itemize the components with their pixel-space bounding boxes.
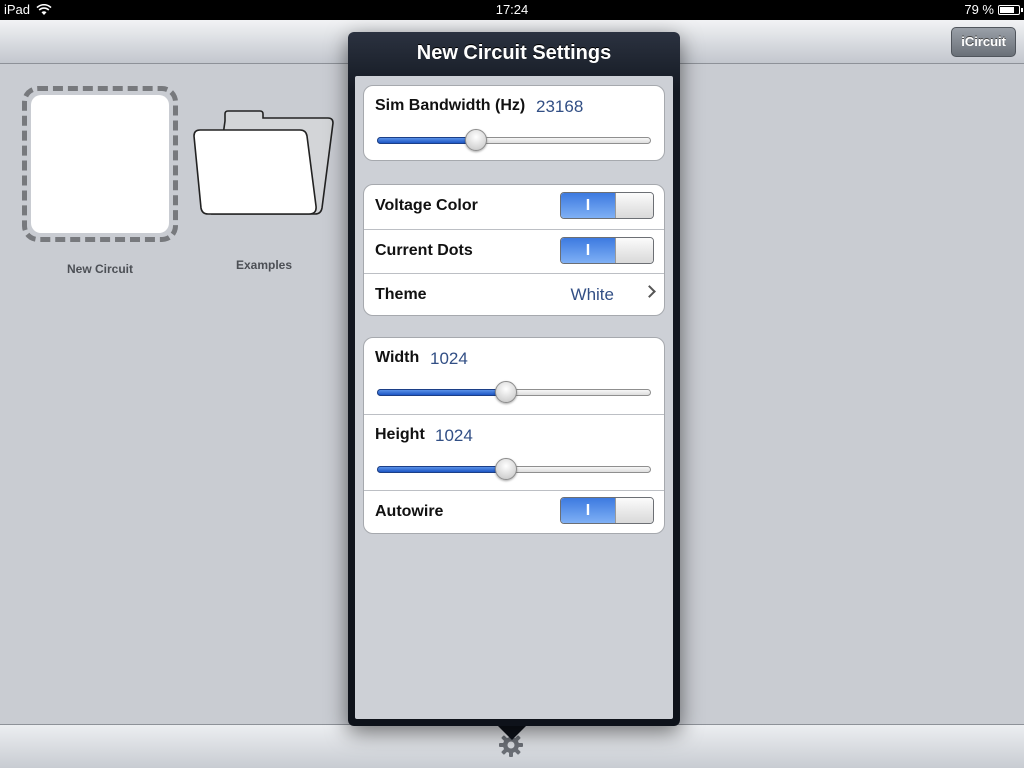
battery-percent: 79 % (964, 2, 994, 17)
bandwidth-value: 23168 (536, 97, 584, 116)
status-time: 17:24 (495, 2, 529, 17)
new-circuit-frame[interactable] (22, 86, 178, 242)
height-value: 1024 (435, 426, 473, 445)
width-row: Width 1024 (364, 338, 664, 414)
autowire-row: Autowire I (364, 490, 664, 533)
popover-arrow (496, 724, 528, 740)
current-dots-row: Current Dots I (364, 229, 664, 273)
status-left: iPad (4, 0, 52, 20)
popover-title: New Circuit Settings (416, 42, 612, 64)
slider-fill (377, 137, 476, 144)
wifi-icon (36, 4, 52, 15)
display-group: Voltage Color I Current Dots I Theme Whi… (363, 184, 665, 316)
slider-thumb[interactable] (495, 458, 517, 480)
slider-fill (377, 466, 506, 473)
switch-on-side: I (561, 238, 615, 263)
bandwidth-group: Sim Bandwidth (Hz) 23168 (363, 85, 665, 161)
current-dots-label: Current Dots (375, 242, 473, 259)
theme-row[interactable]: Theme White (364, 273, 664, 315)
new-circuit-label: New Circuit (66, 262, 133, 276)
voltage-color-switch[interactable]: I (560, 192, 654, 219)
icircuit-button[interactable]: iCircuit (951, 27, 1016, 57)
height-row: Height 1024 (364, 414, 664, 490)
status-bar: iPad 17:24 79 % (0, 0, 1024, 20)
switch-knob[interactable] (615, 193, 653, 218)
new-circuit-tile[interactable]: New Circuit (22, 86, 178, 276)
theme-value: White (570, 285, 614, 304)
new-circuit-preview (31, 95, 169, 233)
autowire-label: Autowire (375, 503, 444, 520)
battery-icon (998, 5, 1023, 15)
device-name: iPad (4, 2, 31, 17)
bandwidth-row: Sim Bandwidth (Hz) 23168 (364, 86, 664, 162)
width-slider[interactable] (377, 381, 651, 403)
slider-thumb[interactable] (465, 129, 487, 151)
height-slider[interactable] (377, 458, 651, 480)
autowire-switch[interactable]: I (560, 497, 654, 524)
switch-knob[interactable] (615, 498, 653, 523)
width-label: Width (375, 349, 420, 366)
bandwidth-label: Sim Bandwidth (Hz) (375, 97, 526, 114)
width-value: 1024 (430, 349, 468, 368)
status-right: 79 % (964, 0, 1023, 20)
slider-thumb[interactable] (495, 381, 517, 403)
chevron-right-icon (643, 285, 656, 298)
examples-tile[interactable]: Examples (192, 108, 336, 272)
canvas-group: Width 1024 Height 1024 Autowire I (363, 337, 665, 534)
switch-on-side: I (561, 498, 615, 523)
bandwidth-slider[interactable] (377, 129, 651, 151)
theme-label: Theme (375, 286, 427, 303)
folder-icon[interactable] (192, 108, 336, 218)
switch-knob[interactable] (615, 238, 653, 263)
current-dots-switch[interactable]: I (560, 237, 654, 264)
examples-label: Examples (235, 258, 293, 272)
voltage-color-label: Voltage Color (375, 197, 478, 214)
settings-popover: New Circuit Settings Sim Bandwidth (Hz) … (348, 32, 680, 726)
voltage-color-row: Voltage Color I (364, 185, 664, 229)
height-label: Height (375, 426, 425, 443)
battery-fill (1000, 7, 1014, 13)
slider-fill (377, 389, 506, 396)
popover-content: Sim Bandwidth (Hz) 23168 Voltage Color I… (355, 76, 673, 719)
switch-on-side: I (561, 193, 615, 218)
